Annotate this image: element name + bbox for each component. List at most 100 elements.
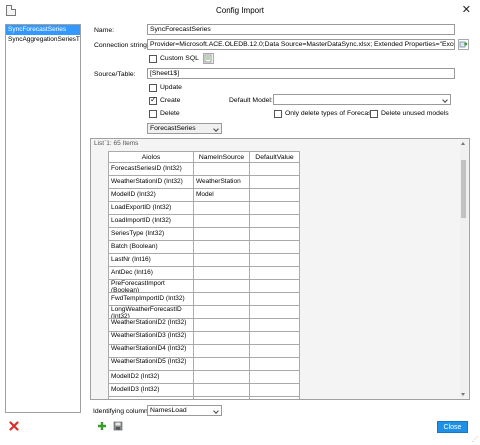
table-cell[interactable]: [194, 306, 250, 319]
table-cell[interactable]: [250, 371, 300, 384]
table-cell[interactable]: ModelID4 (Int32): [108, 397, 194, 399]
table-row[interactable]: WeatherStationID (Int32) WeatherStation: [108, 176, 300, 189]
table-cell[interactable]: [194, 267, 250, 280]
table-row[interactable]: ModelID3 (Int32): [108, 384, 300, 397]
table-cell[interactable]: [250, 254, 300, 267]
table-cell[interactable]: [250, 267, 300, 280]
table-cell[interactable]: [250, 384, 300, 397]
save-button[interactable]: [113, 421, 123, 431]
list-item[interactable]: SyncAggregationSeriesTre: [6, 35, 80, 45]
type-dropdown[interactable]: ForecastSeries: [147, 123, 222, 134]
table-row[interactable]: WeatherStationID5 (Int32): [108, 358, 300, 371]
column-header[interactable]: DefaultValue: [250, 151, 300, 163]
table-cell[interactable]: [250, 293, 300, 306]
table-cell[interactable]: [250, 397, 300, 399]
table-cell[interactable]: LongWeatherForecastID (Int32): [108, 306, 194, 319]
table-cell[interactable]: LoadImportID (Int32): [108, 215, 194, 228]
edit-sql-button[interactable]: [203, 53, 214, 64]
table-cell[interactable]: [194, 397, 250, 399]
table-cell[interactable]: [194, 293, 250, 306]
config-list[interactable]: SyncForecastSeries SyncAggregationSeries…: [5, 24, 81, 413]
table-row[interactable]: Batch (Boolean): [108, 241, 300, 254]
update-checkbox[interactable]: [149, 84, 157, 92]
table-cell[interactable]: AntDec (Int16): [108, 267, 194, 280]
scroll-thumb[interactable]: [461, 160, 466, 218]
table-cell[interactable]: ModelID3 (Int32): [108, 384, 194, 397]
table-cell[interactable]: [194, 358, 250, 371]
source-field[interactable]: [Sheet1$]: [147, 68, 455, 79]
table-row[interactable]: FwdTempImportID (Int32): [108, 293, 300, 306]
create-checkbox[interactable]: [149, 95, 157, 105]
table-cell[interactable]: [250, 241, 300, 254]
table-cell[interactable]: WeatherStationID (Int32): [108, 176, 194, 189]
table-row[interactable]: ForecastSeriesID (Int32): [108, 163, 300, 176]
table-cell[interactable]: Batch (Boolean): [108, 241, 194, 254]
table-cell[interactable]: [250, 202, 300, 215]
table-cell[interactable]: [194, 280, 250, 293]
table-cell[interactable]: [194, 332, 250, 345]
table-cell[interactable]: [194, 345, 250, 358]
table-row[interactable]: SeriesType (Int32): [108, 228, 300, 241]
only-delete-checkbox[interactable]: [274, 110, 282, 118]
test-connection-button[interactable]: [458, 39, 469, 50]
table-cell[interactable]: [250, 332, 300, 345]
table-cell[interactable]: [250, 280, 300, 293]
delete-config-button[interactable]: [9, 421, 19, 431]
list-item[interactable]: SyncForecastSeries: [6, 25, 80, 35]
table-cell[interactable]: [194, 163, 250, 176]
delete-unused-checkbox[interactable]: [370, 110, 378, 118]
table-cell[interactable]: [250, 345, 300, 358]
connection-field[interactable]: Provider=Microsoft.ACE.OLEDB.12.0;Data S…: [147, 39, 455, 50]
table-cell[interactable]: PreForecastImport (Boolean): [108, 280, 194, 293]
delete-checkbox[interactable]: [149, 110, 157, 118]
table-cell[interactable]: WeatherStationID3 (Int32): [108, 332, 194, 345]
custom-sql-checkbox[interactable]: [149, 55, 157, 63]
table-row[interactable]: WeatherStationID4 (Int32): [108, 345, 300, 358]
table-cell[interactable]: [250, 319, 300, 332]
table-cell[interactable]: WeatherStationID2 (Int32): [108, 319, 194, 332]
table-row[interactable]: LongWeatherForecastID (Int32): [108, 306, 300, 319]
table-row[interactable]: ModelID2 (Int32): [108, 371, 300, 384]
name-field[interactable]: SyncForecastSeries: [147, 24, 455, 35]
table-cell[interactable]: ModelID (Int32): [108, 189, 194, 202]
close-icon[interactable]: ✕: [462, 3, 471, 16]
scroll-up-icon[interactable]: [461, 142, 465, 145]
table-row[interactable]: LastNr (Int16): [108, 254, 300, 267]
column-header[interactable]: NameInSource: [194, 151, 250, 163]
table-cell[interactable]: LastNr (Int16): [108, 254, 194, 267]
table-row[interactable]: WeatherStationID2 (Int32): [108, 319, 300, 332]
table-cell[interactable]: WeatherStationID4 (Int32): [108, 345, 194, 358]
table-cell[interactable]: [194, 254, 250, 267]
close-button[interactable]: Close: [437, 421, 468, 433]
table-cell[interactable]: [194, 371, 250, 384]
column-header[interactable]: Aiolos: [108, 151, 194, 163]
table-cell[interactable]: LoadExportID (Int32): [108, 202, 194, 215]
vertical-scrollbar[interactable]: [460, 140, 468, 398]
table-row[interactable]: LoadImportID (Int32): [108, 215, 300, 228]
table-row[interactable]: ModelID (Int32) Model: [108, 189, 300, 202]
table-cell[interactable]: [250, 163, 300, 176]
scroll-down-icon[interactable]: [461, 393, 465, 396]
table-cell[interactable]: FwdTempImportID (Int32): [108, 293, 194, 306]
table-cell[interactable]: [194, 202, 250, 215]
table-row[interactable]: AntDec (Int16): [108, 267, 300, 280]
table-cell[interactable]: [250, 215, 300, 228]
table-cell[interactable]: ModelID2 (Int32): [108, 371, 194, 384]
table-row[interactable]: LoadExportID (Int32): [108, 202, 300, 215]
identifying-column-dropdown[interactable]: NamesLoad: [147, 405, 222, 416]
table-row[interactable]: ModelID4 (Int32): [108, 397, 300, 399]
mapping-grid[interactable]: List`1: 65 Items Aiolos NameInSource Def…: [90, 138, 470, 400]
table-cell[interactable]: SeriesType (Int32): [108, 228, 194, 241]
table-row[interactable]: WeatherStationID3 (Int32): [108, 332, 300, 345]
table-cell[interactable]: [194, 215, 250, 228]
add-button[interactable]: [97, 421, 107, 431]
table-cell[interactable]: [194, 319, 250, 332]
default-model-dropdown[interactable]: [273, 94, 451, 105]
table-row[interactable]: PreForecastImport (Boolean): [108, 280, 300, 293]
table-cell[interactable]: [250, 358, 300, 371]
table-cell[interactable]: ForecastSeriesID (Int32): [108, 163, 194, 176]
table-cell[interactable]: WeatherStation: [194, 176, 250, 189]
table-cell[interactable]: [194, 384, 250, 397]
resize-grip[interactable]: ⋰: [472, 436, 478, 443]
table-cell[interactable]: [250, 306, 300, 319]
